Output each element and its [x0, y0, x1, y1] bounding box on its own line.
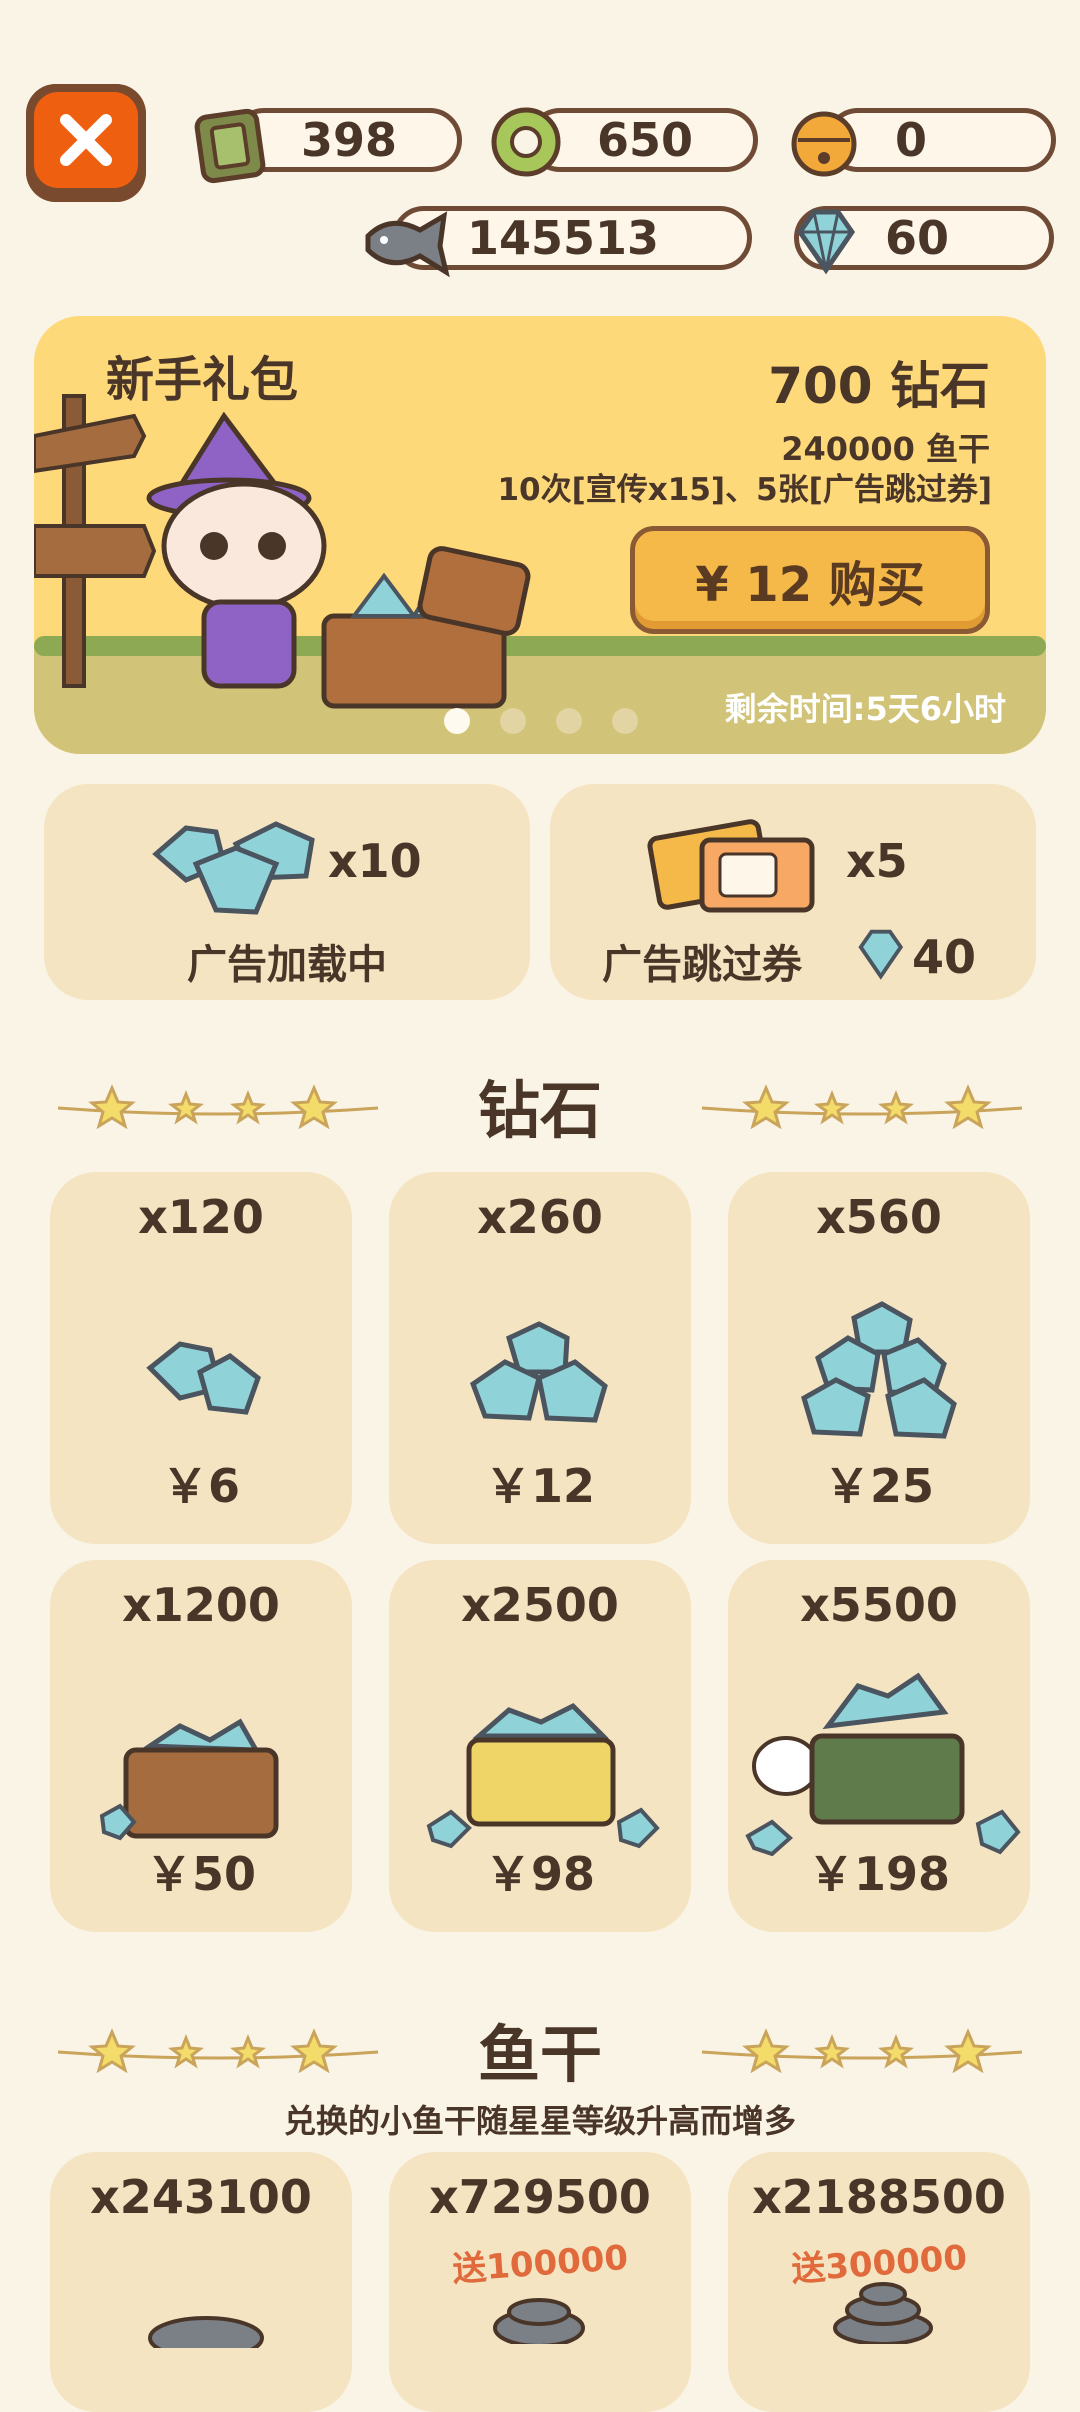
- diamond-count: 60: [885, 211, 950, 265]
- fish-pack-2188500[interactable]: x2188500 送300000: [728, 2152, 1030, 2412]
- fish-pack-243100[interactable]: x243100: [50, 2152, 352, 2412]
- close-button[interactable]: [26, 84, 146, 202]
- pack-price: ￥25: [823, 1459, 934, 1513]
- pack-bonus: 送100000: [451, 2237, 630, 2291]
- diamond-medium-icon: [469, 1321, 608, 1423]
- pack-quantity: x729500: [429, 2170, 651, 2224]
- star-garland-left-icon: [58, 2028, 378, 2074]
- diamond-icon: [796, 209, 856, 275]
- diamond-pack-1200[interactable]: x1200 ￥50: [50, 1560, 352, 1932]
- pack-quantity: x560: [816, 1190, 942, 1244]
- diamond-pack-5500[interactable]: x5500 ￥198: [728, 1560, 1030, 1932]
- fish-pack-729500[interactable]: x729500 送100000: [389, 2152, 691, 2412]
- close-icon: [60, 114, 112, 166]
- fish-icon: [365, 211, 450, 278]
- banner-diamond-amount: 700 钻石: [768, 357, 990, 415]
- ad-diamond-card[interactable]: x10 广告加载中: [44, 784, 530, 1000]
- banner-pager: [444, 708, 638, 734]
- bell-count: 0: [895, 113, 928, 167]
- ad-skip-ticket-label: 广告跳过券: [602, 942, 802, 988]
- diamond-pack-120[interactable]: x120 ￥6: [50, 1172, 352, 1544]
- pack-quantity: x5500: [800, 1578, 958, 1632]
- ticket-count: 398: [301, 113, 398, 167]
- pager-dot[interactable]: [612, 708, 638, 734]
- ad-skip-ticket-cost: 40: [912, 930, 977, 984]
- diamond-pack-560[interactable]: x560 ￥25: [728, 1172, 1030, 1544]
- pack-price: ￥6: [161, 1459, 240, 1513]
- treasure-chest-icon: [321, 546, 531, 709]
- pack-quantity: x120: [138, 1190, 264, 1244]
- diamond-icon: [858, 929, 904, 980]
- diamond-pack-2500[interactable]: x2500 ￥98: [389, 1560, 691, 1932]
- starter-pack-banner[interactable]: 新手礼包 700 钻石 240000 鱼干 10次[宣传x15]、5张[广告跳过…: [34, 316, 1046, 754]
- buy-button[interactable]: ¥ 12 购买: [630, 526, 990, 634]
- ticket-icon: [194, 108, 266, 184]
- ad-diamond-label: 广告加载中: [187, 942, 387, 988]
- pager-dot[interactable]: [444, 708, 470, 734]
- pager-dot[interactable]: [500, 708, 526, 734]
- pack-quantity: x1200: [122, 1578, 280, 1632]
- fish-count: 145513: [467, 211, 660, 265]
- ad-skip-ticket-count: x5: [846, 834, 908, 888]
- fish-pile-icon: [148, 2316, 264, 2348]
- pack-quantity: x2500: [461, 1578, 619, 1632]
- fish-section-title: 鱼干: [477, 2018, 602, 2091]
- diamond-pile-icon: [152, 821, 315, 915]
- remaining-time: 剩余时间:5天6小时: [724, 690, 1006, 728]
- diamond-pack-260[interactable]: x260 ￥12: [389, 1172, 691, 1544]
- diamond-crate-icon: [99, 1718, 279, 1841]
- banner-extra-rewards: 10次[宣传x15]、5张[广告跳过券]: [497, 472, 992, 508]
- star-garland-left-icon: [58, 1084, 378, 1130]
- diamond-large-icon: [801, 1301, 957, 1439]
- fish-pile-icon: [493, 2298, 585, 2344]
- diamond-small-icon: [146, 1341, 261, 1415]
- coin-count: 650: [597, 113, 694, 167]
- ring-coin-icon: [491, 107, 561, 177]
- diamond-treasure-cat-icon: [745, 1672, 1021, 1856]
- diamond-section-title: 钻石: [477, 1074, 602, 1147]
- pack-quantity: x243100: [90, 2170, 312, 2224]
- star-garland-right-icon: [702, 1084, 1022, 1130]
- ad-skip-ticket-icon: [647, 819, 815, 913]
- pack-quantity: x2188500: [752, 2170, 1006, 2224]
- banner-title: 新手礼包: [106, 352, 299, 408]
- pager-dot[interactable]: [556, 708, 582, 734]
- bell-icon: [791, 111, 857, 177]
- ad-skip-ticket-card[interactable]: x5 广告跳过券 40: [550, 784, 1036, 1000]
- ad-diamond-count: x10: [328, 834, 422, 888]
- fish-section-subtitle: 兑换的小鱼干随星星等级升高而增多: [283, 2102, 796, 2140]
- pack-price: ￥98: [484, 1847, 595, 1901]
- pack-price: ￥50: [145, 1847, 256, 1901]
- pack-quantity: x260: [477, 1190, 603, 1244]
- fish-pile-icon: [833, 2282, 933, 2344]
- pack-price: ￥12: [484, 1459, 595, 1513]
- diamond-basket-icon: [426, 1702, 660, 1849]
- pack-price: ￥198: [807, 1847, 951, 1901]
- star-garland-right-icon: [702, 2028, 1022, 2074]
